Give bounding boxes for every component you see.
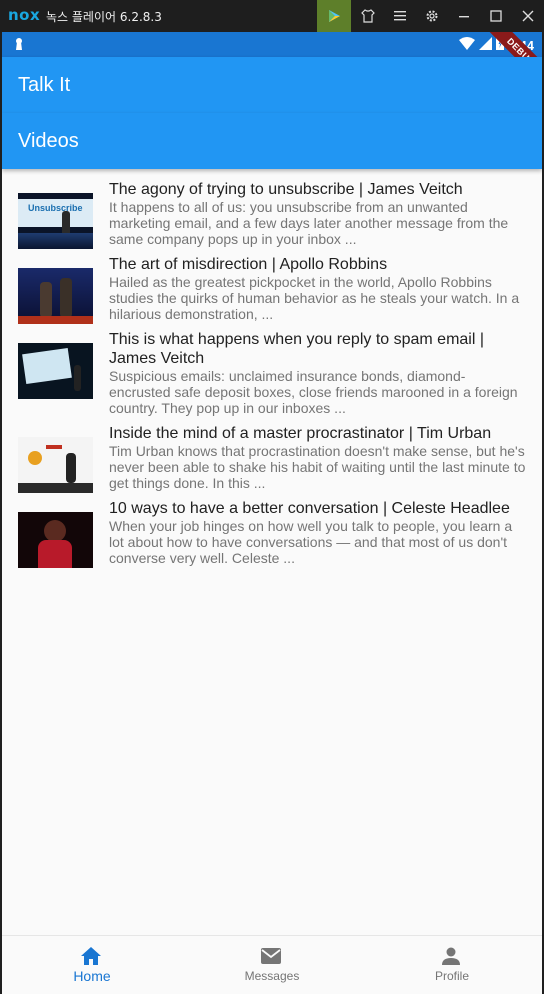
video-thumbnail: [18, 343, 93, 399]
video-thumbnail: Unsubscribe: [18, 193, 93, 249]
emulator-title-bar: nox 녹스 플레이어 6.2.8.3: [0, 0, 544, 32]
keyhole-icon: [14, 37, 24, 56]
video-description: It happens to all of us: you unsubscribe…: [109, 199, 509, 247]
status-bar: 1:44 DEBUG: [2, 32, 542, 89]
nav-profile[interactable]: Profile: [362, 936, 542, 994]
nav-label: Home: [73, 968, 111, 984]
app-title: Talk It: [18, 74, 71, 96]
video-title: The agony of trying to unsubscribe | Jam…: [109, 181, 463, 198]
nav-label: Profile: [434, 969, 469, 983]
emulator-title: 녹스 플레이어 6.2.8.3: [46, 10, 162, 24]
video-list-item[interactable]: This is what happens when you reply to s…: [2, 330, 542, 424]
video-title: 10 ways to have a better conversation | …: [109, 500, 510, 517]
play-store-icon[interactable]: [317, 0, 351, 32]
video-title: This is what happens when you reply to s…: [109, 331, 485, 367]
thumbnail-caption: Unsubscribe: [28, 203, 83, 213]
video-title: Inside the mind of a master procrastinat…: [109, 425, 492, 442]
nox-logo: nox: [8, 6, 41, 24]
mail-icon: [260, 946, 282, 971]
nav-home[interactable]: Home: [2, 936, 182, 994]
video-thumbnail: [18, 437, 93, 493]
bottom-navigation: Home Messages Profile: [2, 935, 542, 994]
video-list-item[interactable]: Inside the mind of a master procrastinat…: [2, 424, 542, 499]
section-header: Videos: [2, 113, 542, 169]
minimize-icon[interactable]: [448, 0, 480, 32]
video-list: Unsubscribe The agony of trying to unsub…: [2, 180, 542, 574]
signal-icon: [478, 36, 492, 55]
video-thumbnail: [18, 268, 93, 324]
settings-icon[interactable]: [416, 0, 448, 32]
device-screen: 1:44 DEBUG Talk It Videos Unsubscribe Th…: [2, 32, 542, 994]
menu-icon[interactable]: [384, 0, 416, 32]
video-list-item[interactable]: Unsubscribe The agony of trying to unsub…: [2, 180, 542, 255]
nav-label: Messages: [244, 969, 300, 983]
video-description: Tim Urban knows that procrastination doe…: [109, 443, 526, 491]
close-icon[interactable]: [512, 0, 544, 32]
video-description: Suspicious emails: unclaimed insurance b…: [109, 368, 518, 416]
wifi-icon: [458, 36, 475, 55]
video-list-item[interactable]: The art of misdirection | Apollo Robbins…: [2, 255, 542, 330]
video-thumbnail: [18, 512, 93, 568]
video-description: Hailed as the greatest pickpocket in the…: [109, 274, 520, 322]
video-description: When your job hinges on how well you tal…: [109, 518, 513, 566]
section-title: Videos: [18, 130, 79, 152]
maximize-icon[interactable]: [480, 0, 512, 32]
person-icon: [440, 946, 462, 971]
shirt-icon[interactable]: [352, 0, 384, 32]
nav-messages[interactable]: Messages: [182, 936, 362, 994]
video-list-item[interactable]: 10 ways to have a better conversation | …: [2, 499, 542, 574]
video-title: The art of misdirection | Apollo Robbins: [109, 256, 388, 273]
app-bar: Talk It: [2, 57, 542, 113]
